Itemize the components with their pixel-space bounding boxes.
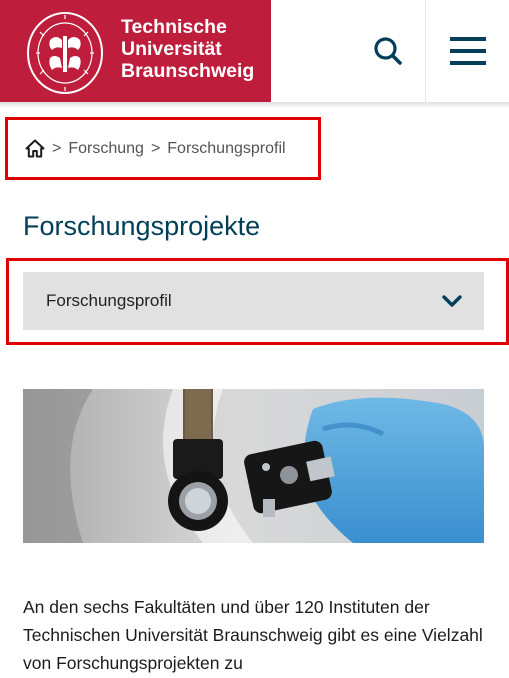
breadcrumb: > Forschung > Forschungsprofil xyxy=(5,117,321,180)
university-name-line: Universität xyxy=(121,38,222,60)
search-icon xyxy=(373,37,402,65)
hamburger-menu-icon xyxy=(449,37,486,65)
menu-button[interactable] xyxy=(425,0,509,102)
university-seal-logo xyxy=(27,12,103,94)
university-name-line: Technische xyxy=(121,16,227,38)
university-logo-link[interactable]: Technische Universität Braunschweig xyxy=(0,0,271,102)
research-photo xyxy=(23,389,484,543)
section-dropdown[interactable]: Forschungsprofil xyxy=(23,272,484,330)
intro-text: An den sechs Fakultäten und über 120 Ins… xyxy=(23,597,483,673)
breadcrumb-separator: > xyxy=(150,139,161,157)
breadcrumb-separator: > xyxy=(52,139,62,157)
breadcrumb-item-forschung[interactable]: Forschung xyxy=(68,140,144,158)
university-name-line: Braunschweig xyxy=(121,60,255,82)
dropdown-selected-label: Forschungsprofil xyxy=(46,291,172,310)
chevron-down-icon xyxy=(442,295,462,307)
breadcrumb-home-link[interactable] xyxy=(25,139,45,158)
header-shadow xyxy=(0,102,509,108)
site-header: Technische Universität Braunschweig xyxy=(0,0,509,102)
university-name: Technische Universität Braunschweig xyxy=(121,16,254,82)
search-button[interactable] xyxy=(350,0,425,102)
home-icon xyxy=(25,139,45,158)
page-title: Forschungsprojekte xyxy=(23,211,261,241)
breadcrumb-item-forschungsprofil[interactable]: Forschungsprofil xyxy=(167,140,285,158)
